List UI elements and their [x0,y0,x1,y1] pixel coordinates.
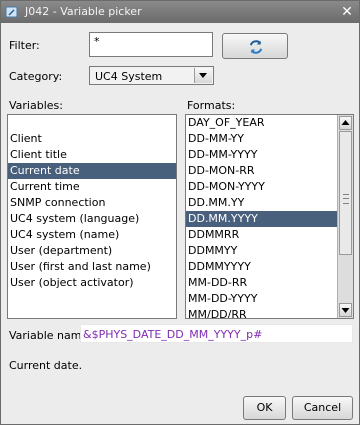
variables-list[interactable]: Client Client title Current date Current… [7,114,177,319]
list-item[interactable]: User (first and last name) [8,259,176,275]
scroll-down-button[interactable] [339,303,352,317]
list-item[interactable]: Client [8,131,176,147]
list-item[interactable]: DD-MM-YYYY [186,147,338,163]
description-text: Current date. [9,359,83,372]
formats-label: Formats: [187,99,236,112]
app-icon [5,6,18,18]
list-item[interactable]: User (object activator) [8,275,176,291]
list-item[interactable]: Current time [8,179,176,195]
list-item[interactable]: UC4 system (name) [8,227,176,243]
chevron-down-icon[interactable] [194,68,212,83]
list-item[interactable]: MM-DD-RR [186,275,338,291]
list-item[interactable] [8,115,176,131]
variable-name-field[interactable]: &$PHYS_DATE_DD_MM_YYYY_p# [80,324,353,343]
window-title: J042 - Variable picker [25,5,142,18]
refresh-icon [249,40,263,54]
formats-list[interactable]: DAY_OF_YEAR DD-MM-YY DD-MM-YYYY DD-MON-R… [185,114,354,319]
title-bar: J042 - Variable picker ✕ [1,1,359,23]
filter-value: * [94,35,100,48]
list-item-selected[interactable]: DD.MM.YYYY [186,211,338,227]
category-label: Category: [9,70,63,83]
list-item[interactable]: User (department) [8,243,176,259]
grip-icon [343,194,349,204]
cancel-button[interactable]: Cancel [292,396,353,420]
list-item[interactable]: DDMMYYYY [186,259,338,275]
list-item[interactable]: UC4 system (language) [8,211,176,227]
scroll-thumb[interactable] [339,131,352,255]
list-item[interactable]: DD-MM-YY [186,131,338,147]
list-item-selected[interactable]: Current date [8,163,176,179]
close-icon[interactable]: ✕ [339,4,355,20]
formats-scrollbar[interactable] [337,115,353,318]
chevron-down-icon [341,308,350,313]
list-item[interactable]: MM-DD-YYYY [186,291,338,307]
list-item[interactable]: SNMP connection [8,195,176,211]
list-item[interactable]: Client title [8,147,176,163]
category-value: UC4 System [95,70,163,83]
list-item[interactable]: MM/DD/RR [186,307,338,318]
variables-label: Variables: [9,99,63,112]
filter-input[interactable]: * [89,32,213,57]
list-item[interactable]: DAY_OF_YEAR [186,115,338,131]
list-item[interactable]: DD-MON-YYYY [186,179,338,195]
filter-label: Filter: [9,39,40,52]
list-item[interactable]: DD.MM.YY [186,195,338,211]
chevron-up-icon [341,120,350,125]
list-item[interactable]: DDMMRR [186,227,338,243]
list-item[interactable]: DDMMYY [186,243,338,259]
list-item[interactable]: DD-MON-RR [186,163,338,179]
variable-name-value: &$PHYS_DATE_DD_MM_YYYY_p# [83,328,263,341]
refresh-button[interactable] [222,33,288,59]
ok-button[interactable]: OK [243,396,286,420]
scroll-up-button[interactable] [339,116,352,130]
variable-picker-dialog: J042 - Variable picker ✕ Filter: * Categ… [0,0,360,425]
category-select[interactable]: UC4 System [89,66,214,85]
